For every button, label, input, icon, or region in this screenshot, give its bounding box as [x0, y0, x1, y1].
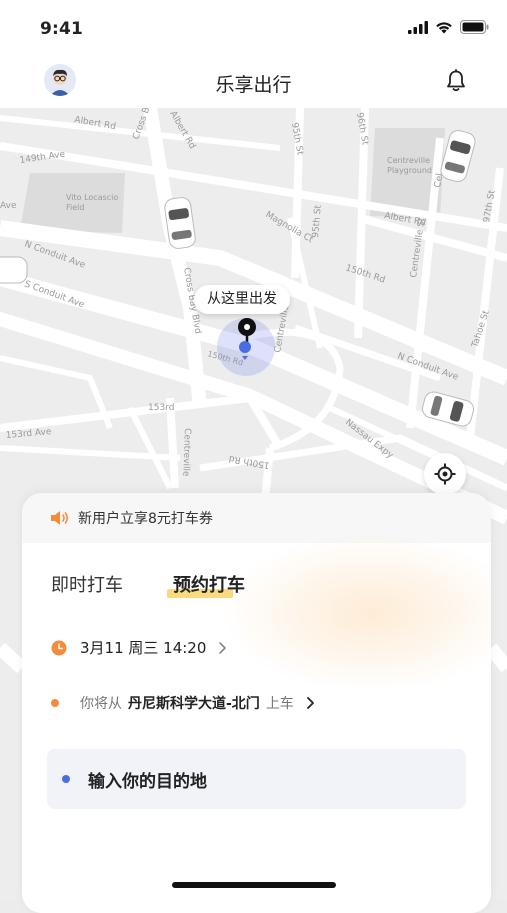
battery-icon [460, 20, 489, 34]
status-bar: 9:41 [0, 0, 507, 58]
clock-icon [51, 640, 67, 655]
chevron-right-icon [306, 697, 314, 709]
destination-input[interactable]: 输入你的目的地 [47, 749, 466, 809]
street-label: Ave [0, 201, 17, 211]
origin-dot [51, 699, 59, 707]
destination-placeholder: 输入你的目的地 [88, 771, 207, 792]
promo-text: 新用户立享8元打车券 [78, 511, 213, 527]
crosshair-icon [434, 463, 456, 485]
origin-suffix: 上车 [265, 696, 294, 712]
tab-instant[interactable]: 即时打车 [51, 571, 123, 597]
home-indicator [172, 882, 336, 888]
street-label: Centreville Playground [387, 156, 432, 175]
pickup-pin-icon[interactable] [232, 316, 262, 360]
street-label: Centreville [180, 428, 192, 477]
car-icon [0, 256, 28, 284]
origin-prefix: 你将从 [80, 696, 122, 712]
status-time: 9:41 [40, 19, 84, 39]
promo-banner[interactable]: 新用户立享8元打车券 [22, 493, 491, 543]
chevron-right-icon [219, 641, 227, 654]
origin-row[interactable]: 你将从 丹尼斯科学大道-北门 上车 [51, 693, 315, 713]
status-icons [408, 20, 489, 34]
booking-sheet: 新用户立享8元打车券 即时打车 预约打车 3月11 周三 14:20 你将从 丹… [22, 493, 491, 913]
app-header: 乐享出行 [0, 58, 507, 108]
tab-scheduled[interactable]: 预约打车 [173, 571, 245, 597]
bell-icon[interactable] [445, 69, 467, 93]
destination-dot [62, 775, 70, 783]
street-label: 153rd [148, 403, 174, 413]
locate-button[interactable] [424, 453, 466, 495]
page-title: 乐享出行 [215, 74, 292, 96]
wifi-icon [436, 21, 452, 33]
sheet-body: 即时打车 预约打车 3月11 周三 14:20 你将从 丹尼斯科学大道-北门 上… [22, 533, 491, 913]
schedule-time: 3月11 周三 14:20 [80, 639, 207, 657]
signal-icon [408, 20, 428, 34]
schedule-time-row[interactable]: 3月11 周三 14:20 [51, 637, 227, 658]
speaker-icon [51, 511, 69, 525]
origin-place: 丹尼斯科学大道-北门 [128, 696, 260, 712]
sheet-glow [221, 533, 491, 693]
pickup-label[interactable]: 从这里出发 [194, 285, 290, 314]
